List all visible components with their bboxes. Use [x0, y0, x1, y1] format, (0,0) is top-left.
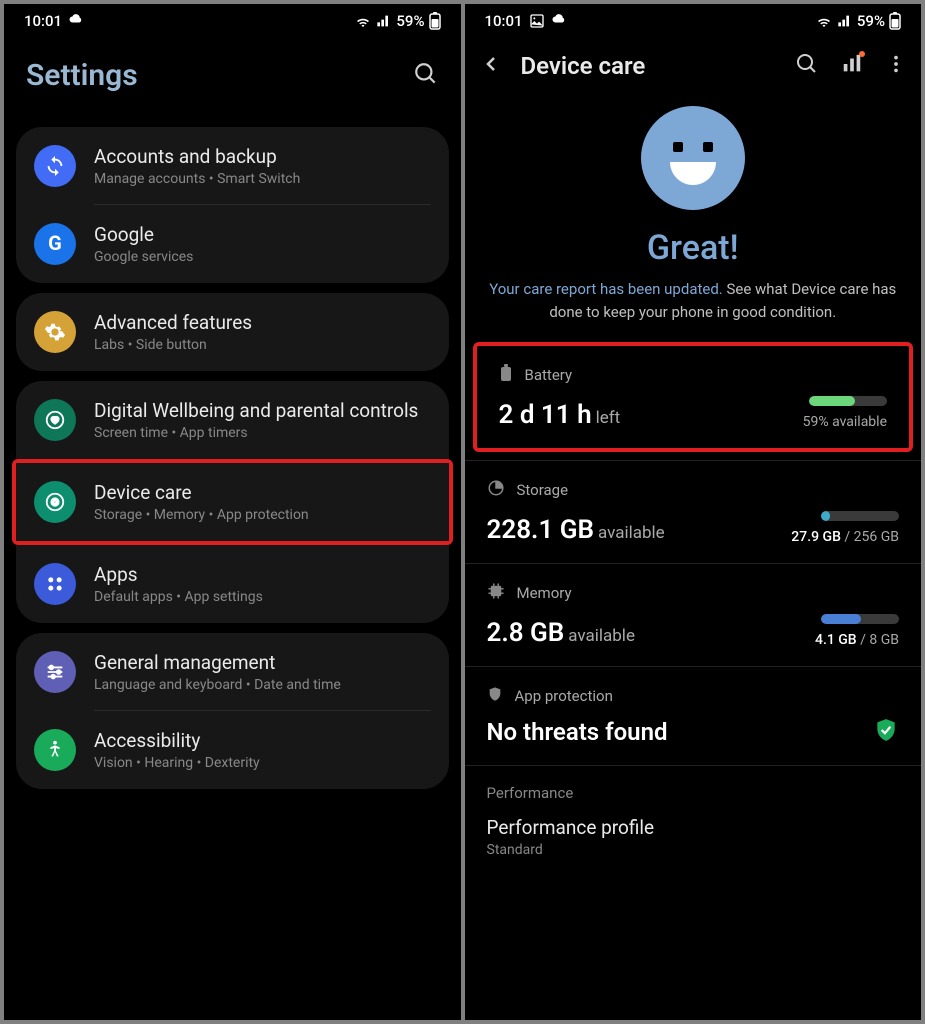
- setting-subtitle: Vision • Hearing • Dexterity: [94, 755, 431, 771]
- performance-profile-row[interactable]: Performance profile Standard: [465, 808, 922, 876]
- memory-icon: [487, 582, 505, 604]
- settings-header: Settings: [4, 38, 461, 117]
- battery-percent: 59%: [857, 12, 885, 30]
- battery-percent: 59%: [396, 12, 424, 30]
- smiley-icon: [641, 106, 745, 210]
- accessibility-icon: [34, 729, 76, 771]
- battery-time: 2 d 11 h: [499, 400, 592, 430]
- back-button[interactable]: [479, 52, 503, 80]
- history-button[interactable]: [841, 53, 863, 79]
- signal-icon: [376, 13, 392, 29]
- battery-card[interactable]: Battery 2 d 11 h left 59% available: [477, 346, 910, 448]
- gear-icon: [34, 311, 76, 353]
- setting-subtitle: Labs • Side button: [94, 337, 431, 353]
- setting-subtitle: Google services: [94, 249, 431, 265]
- status-bar: 10:01 59%: [4, 4, 461, 38]
- performance-profile-value: Standard: [487, 842, 900, 858]
- device-status-hero: Great! Your care report has been updated…: [465, 98, 922, 339]
- setting-digital-wellbeing-and-parental-controls[interactable]: Digital Wellbeing and parental controls S…: [16, 381, 449, 459]
- signal-icon: [837, 13, 853, 29]
- setting-title: Accounts and backup: [94, 145, 431, 168]
- search-button[interactable]: [795, 52, 819, 80]
- status-description: Your care report has been updated. See w…: [485, 278, 902, 323]
- weather-icon: [68, 12, 86, 30]
- setting-accounts-and-backup[interactable]: Accounts and backup Manage accounts • Sma…: [16, 127, 449, 205]
- setting-title: Apps: [94, 563, 431, 586]
- settings-screen: 10:01 59% Settings Accounts and backup Ma…: [4, 4, 461, 1020]
- status-title: Great!: [485, 228, 902, 268]
- device-care-highlight: Device care Storage • Memory • App protec…: [12, 459, 453, 545]
- setting-google[interactable]: G Google Google services: [16, 205, 449, 283]
- setting-subtitle: Manage accounts • Smart Switch: [94, 171, 431, 187]
- heart-icon: [34, 399, 76, 441]
- svg-text:G: G: [48, 232, 62, 255]
- setting-general-management[interactable]: General management Language and keyboard …: [16, 633, 449, 711]
- battery-available: 59% available: [803, 414, 887, 430]
- wifi-icon: [815, 12, 833, 30]
- setting-title: Digital Wellbeing and parental controls: [94, 399, 431, 422]
- apps-icon: [34, 563, 76, 605]
- memory-label: Memory: [517, 584, 572, 602]
- app-protection-card[interactable]: App protection No threats found: [465, 667, 922, 766]
- shield-icon: [487, 685, 503, 707]
- performance-section-label: Performance: [465, 766, 922, 808]
- battery-label: Battery: [525, 366, 573, 384]
- storage-card[interactable]: Storage 228.1 GB available 27.9 GB / 256…: [465, 460, 922, 564]
- storage-label: Storage: [517, 481, 569, 499]
- setting-title: Google: [94, 223, 431, 246]
- setting-title: Device care: [94, 481, 431, 504]
- setting-device-care[interactable]: Device care Storage • Memory • App protec…: [16, 463, 449, 541]
- shield-check-icon: [873, 717, 899, 747]
- battery-highlight: Battery 2 d 11 h left 59% available: [473, 342, 914, 452]
- care-report-link[interactable]: Your care report has been updated.: [489, 280, 723, 298]
- memory-bar: [821, 614, 899, 624]
- storage-usage: 27.9 GB / 256 GB: [791, 529, 899, 545]
- setting-title: General management: [94, 651, 431, 674]
- setting-subtitle: Storage • Memory • App protection: [94, 507, 431, 523]
- storage-available-sub: available: [598, 523, 665, 543]
- page-title: Settings: [26, 58, 138, 93]
- storage-icon: [487, 479, 505, 501]
- more-button[interactable]: [885, 53, 907, 79]
- battery-icon: [499, 364, 513, 386]
- wifi-icon: [354, 12, 372, 30]
- battery-icon: [429, 12, 441, 30]
- setting-advanced-features[interactable]: Advanced features Labs • Side button: [16, 293, 449, 371]
- battery-icon: [889, 12, 901, 30]
- memory-card[interactable]: Memory 2.8 GB available 4.1 GB / 8 GB: [465, 564, 922, 667]
- device-care-header: Device care: [465, 38, 922, 98]
- setting-subtitle: Language and keyboard • Date and time: [94, 677, 431, 693]
- memory-available: 2.8 GB: [487, 618, 565, 648]
- sync-icon: [34, 145, 76, 187]
- setting-title: Advanced features: [94, 311, 431, 334]
- sliders-icon: [34, 651, 76, 693]
- storage-bar: [821, 511, 899, 521]
- status-bar: 10:01 59%: [465, 4, 922, 38]
- notification-dot: [859, 51, 865, 57]
- status-time: 10:01: [24, 12, 62, 30]
- device-care-screen: 10:01 59% Device care: [465, 4, 922, 1020]
- memory-usage: 4.1 GB / 8 GB: [815, 632, 899, 648]
- battery-time-sub: left: [596, 408, 621, 428]
- setting-accessibility[interactable]: Accessibility Vision • Hearing • Dexterit…: [16, 711, 449, 789]
- storage-available: 228.1 GB: [487, 515, 595, 545]
- performance-profile-title: Performance profile: [487, 816, 900, 839]
- weather-icon: [551, 12, 569, 30]
- app-protection-status: No threats found: [487, 718, 668, 746]
- setting-subtitle: Default apps • App settings: [94, 589, 431, 605]
- setting-subtitle: Screen time • App timers: [94, 425, 431, 441]
- image-icon: [529, 13, 545, 29]
- google-icon: G: [34, 223, 76, 265]
- status-time: 10:01: [485, 12, 523, 30]
- memory-available-sub: available: [568, 626, 635, 646]
- battery-bar: [809, 396, 887, 406]
- page-title: Device care: [521, 52, 778, 80]
- search-button[interactable]: [413, 61, 439, 91]
- app-protection-label: App protection: [515, 687, 613, 705]
- device-care-icon: [34, 481, 76, 523]
- setting-title: Accessibility: [94, 729, 431, 752]
- setting-apps[interactable]: Apps Default apps • App settings: [16, 545, 449, 623]
